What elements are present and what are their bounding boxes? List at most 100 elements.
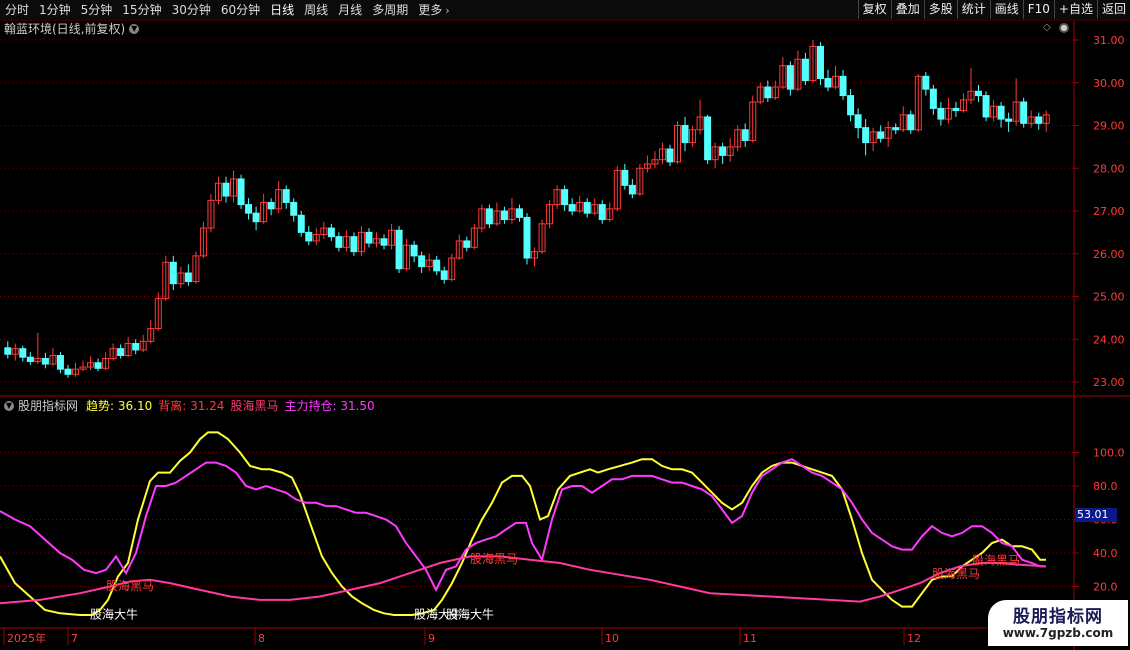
candle-body-123	[929, 88, 937, 109]
candle-body-130	[982, 95, 990, 118]
candle-body-0	[4, 347, 12, 355]
main-tick-label-3: 26.00	[1093, 248, 1125, 261]
main-tick-label-5: 28.00	[1093, 162, 1125, 175]
candle-body-12	[94, 362, 102, 369]
candle-body-77	[583, 201, 591, 214]
annotation-0: 股海黑马	[106, 578, 154, 593]
candle-body-5	[41, 357, 49, 365]
candle-body-108	[816, 45, 824, 79]
candle-body-8	[64, 368, 72, 375]
date-label-6: 12	[907, 632, 921, 645]
candle-body-38	[290, 201, 298, 216]
cursor-value-badge: 53.01	[1075, 508, 1117, 522]
candle-body-106	[801, 58, 809, 82]
date-label-5: 11	[743, 632, 757, 645]
candle-body-114	[862, 127, 870, 144]
main-tick-label-2: 25.00	[1093, 291, 1125, 304]
watermark-title: 股朋指标网	[1013, 607, 1103, 627]
candle-body-57	[433, 259, 441, 272]
ind-tick-label-0: 20.0	[1093, 581, 1118, 594]
date-label-0: 2025年	[7, 631, 46, 645]
ind-tick-label-4: 100.0	[1093, 447, 1125, 460]
main-tick-label-0: 23.00	[1093, 376, 1125, 389]
main-tick-label-4: 27.00	[1093, 205, 1125, 218]
candle-body-3	[26, 356, 34, 362]
candle-body-93	[704, 116, 712, 161]
annotation-1: 股海大牛	[90, 606, 138, 621]
candle-body-15	[117, 348, 125, 356]
candle-body-126	[952, 107, 960, 112]
candle-body-29	[222, 182, 230, 197]
candle-body-122	[922, 75, 930, 90]
chart-canvas: 23.00 24.00 25.00 26.00 27.00 28.00 29.00 30.00…	[0, 21, 1130, 650]
annotation-4: 股海大牛	[446, 606, 494, 621]
annotation-2: 股海黑马	[470, 551, 518, 566]
candle-body-101	[764, 86, 772, 99]
candle-body-46	[350, 236, 358, 253]
candle-body-98	[741, 129, 749, 141]
candle-body-112	[847, 95, 855, 116]
candle-body-111	[839, 75, 847, 97]
candle-body-75	[568, 204, 576, 212]
ind-tick-label-1: 40.0	[1093, 547, 1118, 560]
candle-body-37	[282, 189, 290, 203]
candle-body-88	[666, 148, 674, 163]
candle-body-109	[824, 77, 832, 88]
candle-body-54	[410, 244, 418, 257]
candle-body-39	[297, 214, 305, 233]
candle-body-22	[169, 261, 177, 285]
candle-body-50	[380, 238, 388, 246]
candle-body-69	[523, 216, 531, 259]
main-tick-label-6: 29.00	[1093, 120, 1125, 133]
candle-body-120	[907, 114, 915, 131]
candle-body-90	[681, 125, 689, 144]
candle-body-52	[395, 229, 403, 270]
candle-body-2	[19, 348, 27, 358]
candle-body-24	[184, 272, 192, 283]
watermark: 股朋指标网 www.7gpzb.com	[988, 600, 1128, 646]
candle-body-137	[1035, 116, 1043, 124]
candle-body-82	[621, 169, 629, 186]
candle-body-17	[132, 343, 140, 351]
candle-body-113	[854, 114, 862, 129]
date-label-4: 10	[605, 632, 619, 645]
candle-body-61	[463, 240, 471, 248]
watermark-url: www.7gpzb.com	[1002, 626, 1114, 640]
candle-body-95	[719, 146, 727, 156]
candle-body-118	[892, 127, 900, 131]
candle-body-74	[561, 189, 569, 206]
candle-body-32	[245, 204, 253, 214]
candle-body-124	[937, 107, 945, 120]
annotation-5: 股海黑马	[932, 566, 980, 581]
annotation-6: 股海黑马	[972, 553, 1020, 568]
candle-body-55	[418, 255, 426, 268]
candle-body-79	[598, 204, 606, 221]
date-label-2: 8	[258, 632, 265, 645]
candle-body-135	[1020, 101, 1028, 124]
date-label-3: 9	[428, 632, 435, 645]
candle-body-40	[305, 231, 313, 242]
candle-body-133	[1005, 118, 1013, 122]
candle-body-48	[365, 231, 373, 244]
date-label-1: 7	[71, 632, 78, 645]
main-tick-label-8: 31.00	[1093, 34, 1125, 47]
candle-body-35	[267, 201, 275, 210]
candle-body-83	[628, 184, 636, 195]
main-tick-label-1: 24.00	[1093, 333, 1125, 346]
candle-body-33	[252, 212, 260, 223]
candle-body-104	[786, 65, 794, 90]
candle-body-129	[975, 90, 983, 97]
candle-body-132	[997, 105, 1005, 120]
candle-body-66	[500, 210, 508, 221]
ind-tick-label-3: 80.0	[1093, 480, 1118, 493]
candle-body-68	[515, 208, 523, 218]
candle-body-7	[56, 354, 64, 370]
series-line-1	[0, 458, 1046, 593]
candle-body-58	[440, 270, 448, 280]
candle-body-44	[335, 236, 343, 248]
candle-body-64	[485, 208, 493, 225]
candle-body-43	[327, 227, 335, 238]
main-tick-label-7: 30.00	[1093, 77, 1125, 90]
candle-body-116	[877, 131, 885, 139]
candle-body-31	[237, 178, 245, 206]
